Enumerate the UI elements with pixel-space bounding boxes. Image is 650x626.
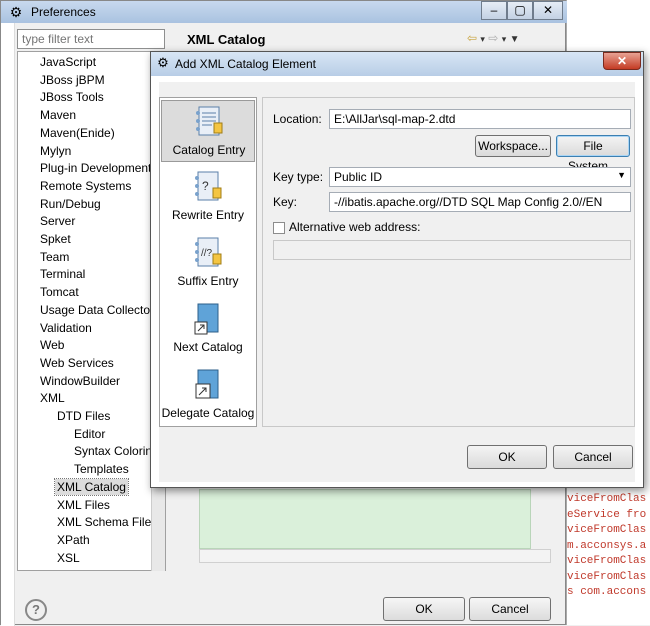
tree-item[interactable]: JBoss Tools (40, 89, 104, 105)
tree-item[interactable]: JavaScript (40, 54, 96, 70)
code-line: eService fro (567, 508, 647, 521)
key-type-value: Public ID (334, 170, 383, 184)
tree-item[interactable]: Maven(Enide) (40, 125, 115, 141)
entry-type-panel: Catalog Entry? Rewrite Entry //? Suffix Ent… (159, 97, 257, 427)
workspace-button[interactable]: Workspace... (475, 135, 551, 157)
tree-item[interactable]: WindowBuilder (40, 373, 120, 389)
tree-item[interactable]: Server (40, 213, 75, 229)
svg-text://?: //? (201, 248, 213, 259)
sidebar-item-next-catalog[interactable]: Next Catalog (161, 298, 255, 360)
dialog-titlebar: ⚙ Add XML Catalog Element ✕ (151, 52, 643, 76)
preferences-tree[interactable]: JavaScript JBoss jBPM JBoss Tools Maven Mave… (17, 51, 166, 571)
sidebar-item-label: Catalog Entry (172, 143, 246, 157)
page-title: XML Catalog (187, 32, 266, 47)
preferences-ok-button[interactable]: OK (383, 597, 465, 621)
preferences-title: Preferences (31, 5, 96, 19)
dialog-body: Catalog Entry? Rewrite Entry //? Suffix Ent… (159, 82, 635, 482)
sidebar-item-delegate-catalog[interactable]: Delegate Catalog (161, 364, 255, 426)
tree-item[interactable]: Editor (74, 426, 105, 442)
view-menu-icon[interactable]: ▼ (510, 34, 520, 45)
next-catalog-icon (193, 302, 223, 336)
sidebar-item-label: Delegate Catalog (161, 406, 255, 420)
code-line: viceFromClas (567, 570, 647, 583)
catalog-entry-icon (194, 105, 224, 139)
sidebar-item-label: Rewrite Entry (171, 208, 245, 222)
forward-arrow-icon[interactable]: ⇨ (488, 31, 498, 45)
dialog-close-button[interactable]: ✕ (603, 52, 641, 70)
sidebar-item-label: Next Catalog (173, 340, 243, 354)
alternative-web-input (273, 240, 631, 260)
tree-item[interactable]: XML (40, 390, 65, 406)
dialog-title: Add XML Catalog Element (175, 57, 316, 71)
close-button[interactable]: ✕ (533, 1, 563, 20)
tree-item[interactable]: XML Files (57, 497, 110, 513)
tree-item[interactable]: XPath (57, 532, 90, 548)
suffix-entry-icon: //? (193, 236, 223, 270)
tree-item[interactable]: Maven (40, 107, 76, 123)
code-line: m.acconsys.a (567, 539, 647, 552)
location-input[interactable]: E:\AllJar\sql-map-2.dtd (329, 109, 631, 129)
filter-input[interactable] (17, 29, 165, 49)
code-line: viceFromClas (567, 524, 647, 536)
key-label: Key: (273, 195, 298, 209)
code-line: viceFromClas (567, 493, 647, 505)
gear-icon: ⚙ (157, 55, 169, 70)
file-system-button[interactable]: File System... (556, 135, 630, 173)
key-type-label: Key type: (273, 170, 324, 184)
tree-item[interactable]: Syntax Coloring (74, 443, 159, 459)
dropdown-icon[interactable]: ▾ (502, 34, 507, 44)
alternative-web-checkbox[interactable] (273, 222, 285, 234)
svg-text:?: ? (202, 179, 209, 193)
tree-item[interactable]: Web (40, 337, 64, 353)
key-input[interactable]: -//ibatis.apache.org//DTD SQL Map Config… (329, 192, 631, 212)
dialog-ok-button[interactable]: OK (467, 445, 547, 469)
horizontal-scrollbar[interactable] (199, 549, 551, 563)
minimize-button[interactable]: – (481, 1, 507, 20)
alternative-web-label: Alternative web address: (289, 220, 421, 234)
tree-item[interactable]: XML Catalog (54, 477, 129, 496)
back-arrow-icon[interactable]: ⇦ (467, 31, 477, 45)
preferences-titlebar: ⚙ Preferences – ▢ ✕ (1, 1, 567, 23)
tree-item[interactable]: DTD Files (57, 408, 110, 424)
sidebar-item-catalog-entry[interactable]: Catalog Entry (161, 100, 255, 162)
location-label: Location: (273, 112, 322, 126)
tree-item[interactable]: Validation (40, 320, 92, 336)
maximize-button[interactable]: ▢ (507, 1, 533, 20)
key-type-select[interactable]: Public ID ▼ (329, 167, 631, 187)
sidebar-item-suffix-entry[interactable]: //? Suffix Entry (161, 232, 255, 294)
add-catalog-dialog: ⚙ Add XML Catalog Element ✕ Catalog Entr… (150, 51, 644, 488)
tree-item[interactable]: Spket (40, 231, 71, 247)
tree-item[interactable]: Web Services (40, 355, 114, 371)
tree-item[interactable]: XML Schema Files (57, 514, 157, 530)
tree-item[interactable]: Templates (74, 461, 129, 477)
tree-item[interactable]: Terminal (40, 266, 85, 282)
tree-item[interactable]: Plug-in Development (40, 160, 151, 176)
sidebar-item-rewrite-entry[interactable]: ? Rewrite Entry (161, 166, 255, 228)
tree-item[interactable]: Mylyn (40, 143, 71, 159)
tree-item[interactable]: Remote Systems (40, 178, 131, 194)
help-icon[interactable]: ? (25, 599, 47, 621)
gear-icon: ⚙ (9, 4, 23, 20)
page-navigation[interactable]: ⇦ ▾ ⇨ ▾ ▼ (467, 31, 557, 49)
dropdown-icon[interactable]: ▾ (480, 34, 485, 44)
rewrite-entry-icon: ? (193, 170, 223, 204)
tree-item[interactable]: Run/Debug (40, 196, 101, 212)
code-line: viceFromClas (567, 555, 647, 567)
catalog-entries-area (199, 489, 531, 549)
dialog-cancel-button[interactable]: Cancel (553, 445, 633, 469)
code-line: s com.accons (567, 586, 647, 598)
left-editor-sliver (1, 23, 15, 626)
preferences-cancel-button[interactable]: Cancel (469, 597, 551, 621)
tree-item[interactable]: XSL (57, 550, 80, 566)
sidebar-item-label: Suffix Entry (177, 274, 239, 288)
tree-item[interactable]: Team (40, 249, 69, 265)
tree-item[interactable]: Tomcat (40, 284, 79, 300)
chevron-down-icon: ▼ (617, 170, 626, 180)
entry-form: Location: E:\AllJar\sql-map-2.dtd Worksp… (262, 97, 635, 427)
tree-item[interactable]: JBoss jBPM (40, 72, 105, 88)
delegate-catalog-icon (193, 368, 223, 402)
tree-item[interactable]: Usage Data Collector (40, 302, 154, 318)
